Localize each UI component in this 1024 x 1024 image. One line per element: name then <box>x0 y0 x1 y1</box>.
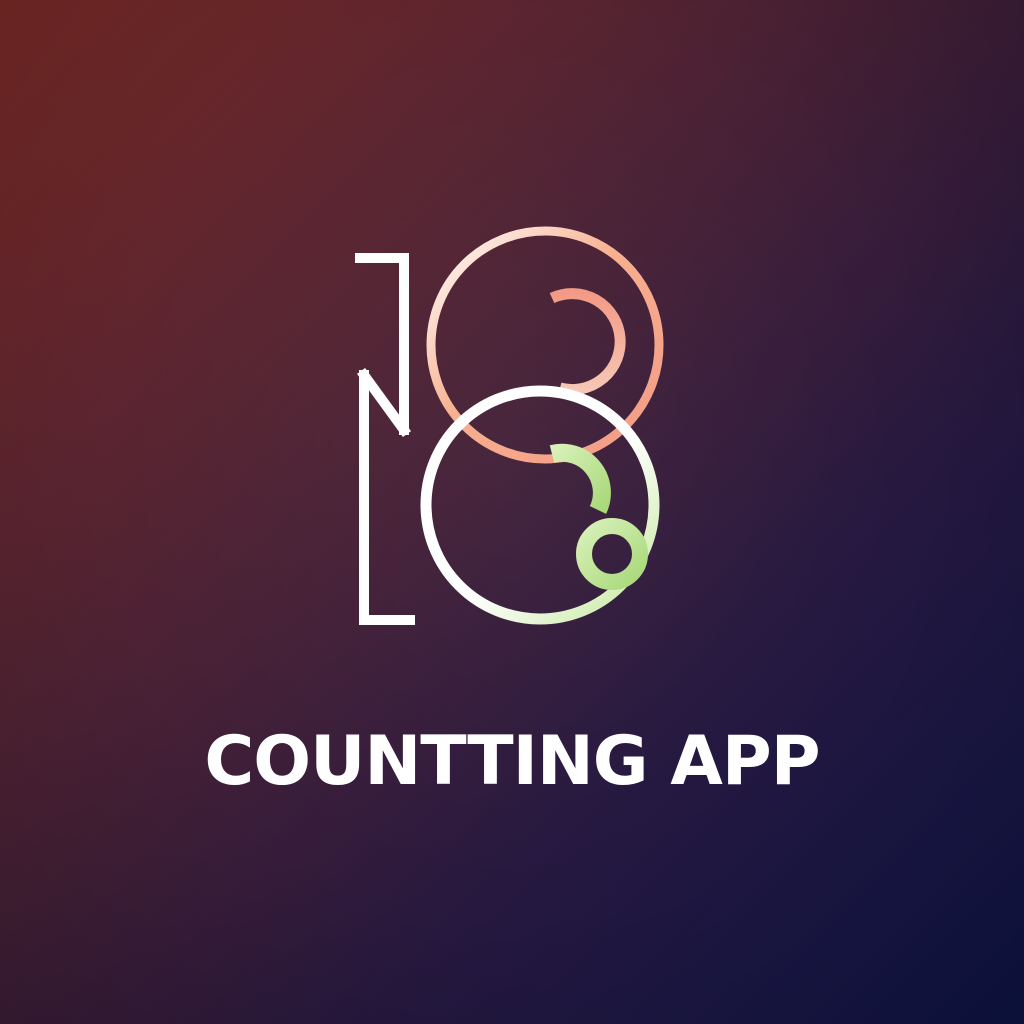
number-18-logo-icon <box>355 226 664 625</box>
app-wordmark: COUNTTING APP <box>204 722 820 801</box>
logo-background: COUNTTING APP <box>0 0 1024 1024</box>
green-connector-stroke <box>549 443 611 514</box>
digit-one-stroke <box>355 253 415 625</box>
small-green-ring <box>576 518 648 590</box>
inner-hook-stroke <box>549 288 626 396</box>
